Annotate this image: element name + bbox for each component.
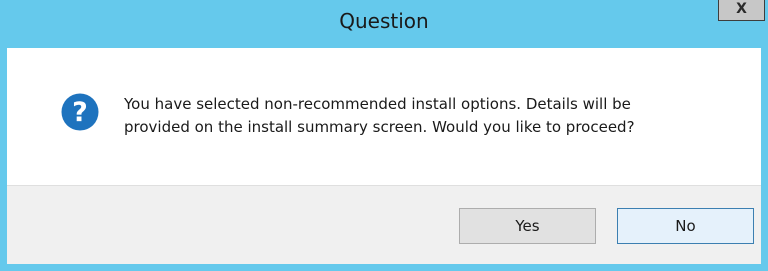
question-icon: ? [61,93,99,131]
svg-text:?: ? [72,97,88,128]
dialog-title: Question [339,9,429,33]
yes-button[interactable]: Yes [459,208,596,244]
message-line-1: You have selected non-recommended instal… [124,95,631,113]
message-line-2: provided on the install summary screen. … [124,118,635,136]
close-icon: X [736,1,747,17]
close-button[interactable]: X [718,0,765,21]
dialog-message: You have selected non-recommended instal… [124,93,724,139]
no-button[interactable]: No [617,208,754,244]
question-dialog: Question X ? You have selected non-recom… [0,0,768,271]
title-bar[interactable]: Question [0,0,768,48]
